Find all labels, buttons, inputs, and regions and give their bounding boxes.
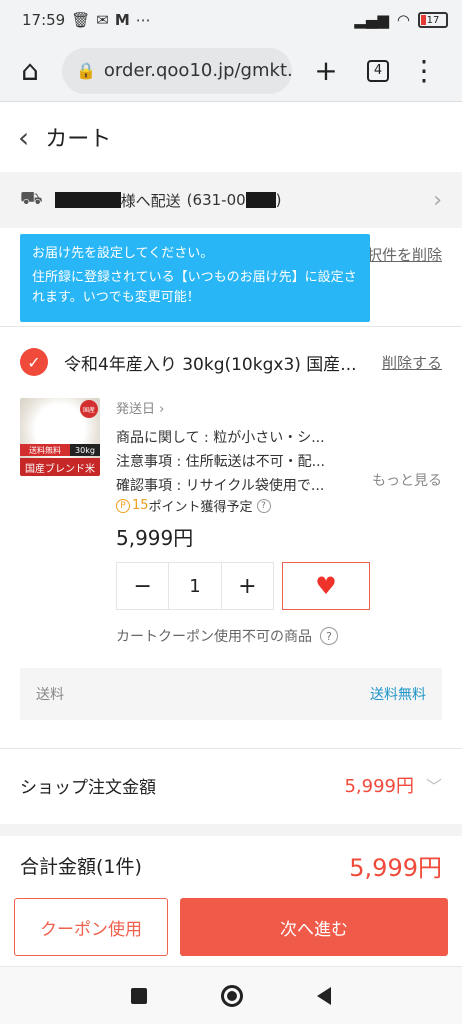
grand-total-label: 合計金額(1件) xyxy=(20,855,142,878)
home-icon[interactable]: ⌂ xyxy=(12,53,48,89)
clock: 17:59 xyxy=(22,11,66,29)
tab-switcher[interactable]: 4 xyxy=(360,53,396,89)
back-arrow-icon[interactable]: ‹ xyxy=(18,121,29,154)
next-button[interactable]: 次へ進む xyxy=(180,898,448,956)
shop-total-label: ショップ注文金額 xyxy=(20,777,156,798)
redacted-name xyxy=(54,192,121,208)
home-nav-icon[interactable] xyxy=(221,984,243,1007)
tooltip-line1: お届け先を設定してください。 xyxy=(32,246,214,261)
trash-icon: 🗑 xyxy=(71,11,91,29)
delivery-address-row[interactable]: ⛟ 様へ配送 (631-00 ) › xyxy=(0,172,462,228)
product-thumbnail[interactable]: 国産 送料無料 30kg 国産ブレンド米 xyxy=(20,398,100,476)
status-left: 17:59 🗑 ✉ M ⋯ xyxy=(22,11,151,29)
shipping-box: 送料 送料無料 xyxy=(20,668,442,720)
recents-icon[interactable] xyxy=(131,987,147,1004)
points-icon: P xyxy=(116,498,130,513)
heart-icon: ♥ xyxy=(315,572,337,600)
shop-total-row[interactable]: ショップ注文金額 5,999円 ﹀ xyxy=(0,750,462,820)
shop-total-amount: 5,999円 xyxy=(344,776,414,797)
postal-suffix: ) xyxy=(275,191,282,209)
coupon-note-text: カートクーポン使用不可の商品 xyxy=(116,629,312,645)
coupon-button[interactable]: クーポン使用 xyxy=(14,898,168,956)
thumb-badge: 国産 xyxy=(80,400,98,418)
address-tooltip: お届け先を設定してください。 住所録に登録されている【いつものお届け先】に設定さ… xyxy=(20,234,370,322)
help-icon[interactable]: ? xyxy=(256,498,271,513)
delete-selected-link[interactable]: 択件を削除 xyxy=(367,244,442,265)
thumb-band1-right: 30kg xyxy=(70,444,100,456)
page-title: カート xyxy=(45,127,112,152)
back-nav-icon[interactable] xyxy=(317,986,331,1005)
mcdonalds-icon: M xyxy=(114,11,130,29)
battery-level: 17 xyxy=(426,14,440,26)
points-number: 15 xyxy=(132,498,149,513)
increment-button[interactable]: + xyxy=(222,563,273,609)
truck-icon: ⛟ xyxy=(20,188,43,209)
chevron-down-icon: ﹀ xyxy=(425,777,442,796)
points-row: P 15 ポイント獲得予定 ? xyxy=(116,496,271,515)
shipping-label: 送料 xyxy=(36,687,64,703)
desc-line: 商品に関して : 粒が小さい・シ... xyxy=(116,430,325,446)
decrement-button[interactable]: − xyxy=(117,563,168,609)
quantity-stepper: − 1 + xyxy=(116,562,274,610)
chevron-right-icon: › xyxy=(433,187,442,213)
tab-count: 4 xyxy=(367,59,389,82)
url-bar[interactable]: 🔒 order.qoo10.jp/gmkt.i xyxy=(62,47,292,94)
postal-prefix: (631-00 xyxy=(186,191,246,209)
item-price: 5,999円 xyxy=(116,526,194,550)
section-separator xyxy=(0,824,462,836)
points-text: ポイント獲得予定 xyxy=(148,500,253,515)
item-title[interactable]: 令和4年産入り 30kg(10kgx3) 国産... xyxy=(64,350,364,375)
grand-total-amount: 5,999円 xyxy=(349,853,442,882)
divider xyxy=(0,748,462,749)
new-tab-icon[interactable]: + xyxy=(308,53,344,89)
redacted-postal xyxy=(245,192,276,208)
battery-icon: 17 xyxy=(418,12,448,28)
page-header: ‹ カート xyxy=(0,102,462,172)
ship-date-label: 発送日 xyxy=(116,402,156,417)
thumb-band2: 国産ブレンド米 xyxy=(20,458,100,476)
thumb-band1: 送料無料 xyxy=(20,444,70,456)
browser-bar: ⌂ 🔒 order.qoo10.jp/gmkt.i + 4 ⋮ xyxy=(0,40,462,102)
quantity-value[interactable]: 1 xyxy=(168,563,222,609)
more-link[interactable]: もっと見る xyxy=(372,470,442,490)
url-text: order.qoo10.jp/gmkt.i xyxy=(103,60,292,81)
shipping-value: 送料無料 xyxy=(370,687,426,703)
tooltip-line2: 住所録に登録されている【いつものお届け先】に設定されます。いつでも変更可能！ xyxy=(32,270,357,305)
lock-icon: 🔒 xyxy=(76,61,96,80)
status-bar: 17:59 🗑 ✉ M ⋯ ▂▄▆ ◠ 17 xyxy=(0,0,462,40)
delivery-suffix: 様へ配送 xyxy=(120,191,181,210)
more-icon: ⋯ xyxy=(135,11,151,29)
desc-line: 確認事項 : リサイクル袋使用で... xyxy=(116,478,325,494)
favorite-button[interactable]: ♥ xyxy=(282,562,370,610)
ship-date-link[interactable]: 発送日 › xyxy=(116,398,164,417)
grand-total-row: 合計金額(1件) 5,999円 xyxy=(0,838,462,892)
checkbox-checked-icon[interactable]: ✓ xyxy=(20,348,48,376)
divider xyxy=(0,326,462,327)
help-icon[interactable]: ? xyxy=(320,627,338,645)
wifi-icon: ◠ xyxy=(396,11,410,29)
mail-icon: ✉ xyxy=(96,11,109,29)
status-right: ▂▄▆ ◠ 17 xyxy=(354,11,448,29)
coupon-note: カートクーポン使用不可の商品 ? xyxy=(116,626,338,646)
desc-line: 注意事項 : 住所転送は不可・配... xyxy=(116,454,325,470)
item-header: ✓ 令和4年産入り 30kg(10kgx3) 国産... 削除する xyxy=(20,348,442,376)
system-nav-bar xyxy=(0,966,462,1024)
delete-item-link[interactable]: 削除する xyxy=(382,352,442,373)
chevron-right-icon: › xyxy=(159,402,165,417)
browser-menu-icon[interactable]: ⋮ xyxy=(406,53,442,89)
item-description: 商品に関して : 粒が小さい・シ... 注意事項 : 住所転送は不可・配... … xyxy=(116,426,356,498)
signal-icon: ▂▄▆ xyxy=(354,11,389,29)
